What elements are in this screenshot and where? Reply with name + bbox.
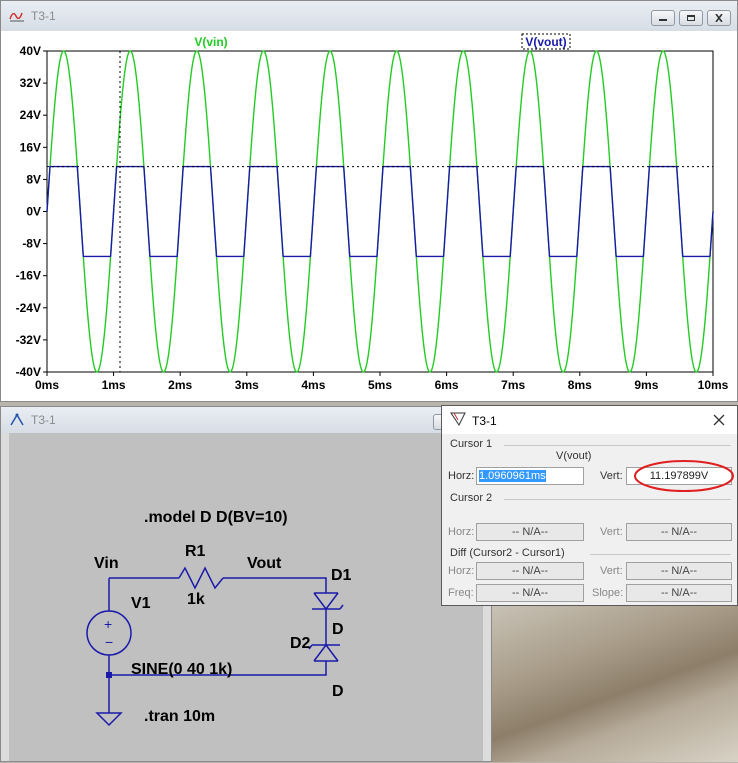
label-d2-model: D bbox=[332, 683, 344, 700]
plot-titlebar[interactable]: T3-1 bbox=[1, 1, 737, 31]
label-vin: Vin bbox=[94, 555, 119, 572]
trace-label-vout: V(vout) bbox=[525, 35, 566, 49]
cursor-trace-name: V(vout) bbox=[556, 450, 592, 462]
cursor2-group-label: Cursor 2 bbox=[450, 492, 493, 504]
x-tick-label: 8ms bbox=[568, 378, 592, 392]
y-tick-label: 24V bbox=[20, 108, 41, 122]
minimize-icon bbox=[659, 19, 667, 21]
plus-sign: + bbox=[104, 616, 112, 632]
schematic-drawing: + − bbox=[86, 566, 344, 727]
y-tick-label: 32V bbox=[20, 76, 41, 90]
cursor-window: T3-1 Cursor 1 V(vout) Horz: 1.0960961ms … bbox=[441, 405, 738, 606]
plot-area[interactable]: 40V 32V 24V 16V 8V 0V -8V -16V -24V -32V -40V 0ms 1m… bbox=[1, 31, 737, 401]
x-tick-label: 9ms bbox=[634, 378, 658, 392]
cursor-probe-icon bbox=[450, 412, 466, 426]
plot-window: T3-1 40V 32V 24V 16V 8V 0V -8V -16V -24V -32V -40V… bbox=[0, 0, 738, 402]
cursor2-horz-label: Horz: bbox=[448, 526, 475, 538]
resistor-r1 bbox=[178, 566, 224, 590]
restore-icon bbox=[687, 15, 695, 21]
x-tick-label: 2ms bbox=[168, 378, 192, 392]
schematic-titlebar[interactable]: T3-1 bbox=[1, 407, 491, 433]
junction bbox=[106, 672, 112, 678]
cursor-window-title: T3-1 bbox=[472, 414, 497, 428]
cursor-titlebar[interactable]: T3-1 bbox=[442, 406, 737, 434]
ground-symbol bbox=[95, 712, 123, 727]
label-d2: D2 bbox=[290, 635, 311, 652]
waveform-plot[interactable]: 40V 32V 24V 16V 8V 0V -8V -16V -24V -32V -40V0ms 1m… bbox=[1, 31, 737, 401]
minus-sign: − bbox=[105, 634, 113, 650]
restore-button[interactable] bbox=[679, 10, 703, 26]
diff-freq-field: -- N/A-- bbox=[476, 584, 584, 602]
cursor1-horz-value: 1.0960961ms bbox=[479, 470, 546, 482]
cursor2-vert-label: Vert: bbox=[600, 526, 623, 538]
y-tick-label: 40V bbox=[20, 44, 41, 58]
desktop-background bbox=[490, 605, 738, 762]
x-tick-label: 3ms bbox=[235, 378, 259, 392]
label-v1: V1 bbox=[131, 595, 151, 612]
model-directive: .model D D(BV=10) bbox=[144, 509, 288, 526]
waveform-icon bbox=[9, 12, 24, 22]
x-tick-label: 5ms bbox=[368, 378, 392, 392]
cursor1-group-label: Cursor 1 bbox=[450, 438, 493, 450]
y-tick-label: 16V bbox=[20, 140, 41, 154]
diff-group-label: Diff (Cursor2 - Cursor1) bbox=[450, 547, 565, 559]
diff-horz-label: Horz: bbox=[448, 565, 475, 577]
minimize-button[interactable] bbox=[651, 10, 675, 26]
diff-slope-field: -- N/A-- bbox=[626, 584, 732, 602]
diff-vert-field: -- N/A-- bbox=[626, 562, 732, 580]
cursor2-vert-field: -- N/A-- bbox=[626, 523, 732, 541]
label-d1-model: D bbox=[332, 621, 344, 638]
y-tick-label: -16V bbox=[16, 269, 41, 283]
y-tick-label: -40V bbox=[16, 365, 41, 379]
y-tick-label: -24V bbox=[16, 301, 41, 315]
label-r1-value: 1k bbox=[187, 591, 205, 608]
close-icon bbox=[715, 14, 723, 22]
label-vout: Vout bbox=[247, 555, 282, 572]
tran-directive: .tran 10m bbox=[144, 708, 216, 725]
label-v1-value: SINE(0 40 1k) bbox=[131, 661, 233, 678]
red-highlight-ellipse bbox=[634, 460, 734, 492]
x-tick-label: 7ms bbox=[501, 378, 525, 392]
close-icon[interactable] bbox=[713, 414, 725, 426]
plot-window-title: T3-1 bbox=[31, 9, 56, 23]
schematic-canvas[interactable]: + − .model D D(BV=10) Vin R1 1k Vout D1 … bbox=[9, 433, 483, 761]
x-tick-label: 4ms bbox=[301, 378, 325, 392]
schematic-window-title: T3-1 bbox=[31, 413, 56, 427]
y-tick-label: 0V bbox=[26, 205, 41, 219]
cursor1-horz-label: Horz: bbox=[448, 470, 475, 482]
trace-label-vin: V(vin) bbox=[194, 35, 227, 49]
cursor1-horz-field[interactable]: 1.0960961ms bbox=[476, 467, 584, 485]
cursor1-vert-label: Vert: bbox=[600, 470, 623, 482]
label-d1: D1 bbox=[331, 567, 352, 584]
diff-freq-label: Freq: bbox=[448, 587, 474, 599]
y-tick-label: -32V bbox=[16, 333, 41, 347]
y-tick-label: 8V bbox=[26, 172, 41, 186]
schematic-icon bbox=[10, 413, 24, 426]
x-tick-label: 10ms bbox=[698, 378, 729, 392]
schematic-window: T3-1 + − .model D D(BV=10) Vin R1 1k Vou… bbox=[0, 406, 492, 762]
y-tick-label: -8V bbox=[22, 237, 41, 251]
x-tick-label: 1ms bbox=[102, 378, 126, 392]
diff-horz-field: -- N/A-- bbox=[476, 562, 584, 580]
x-tick-label: 0ms bbox=[35, 378, 59, 392]
close-button[interactable] bbox=[707, 10, 731, 26]
diff-slope-label: Slope: bbox=[592, 587, 624, 599]
wire-vout bbox=[223, 577, 327, 593]
label-r1: R1 bbox=[185, 543, 206, 560]
diode-d2 bbox=[308, 643, 340, 662]
diode-d1 bbox=[312, 592, 344, 611]
diff-vert-label: Vert: bbox=[600, 565, 623, 577]
trace-vout bbox=[46, 165, 714, 258]
cursor2-horz-field: -- N/A-- bbox=[476, 523, 584, 541]
x-tick-label: 6ms bbox=[435, 378, 459, 392]
